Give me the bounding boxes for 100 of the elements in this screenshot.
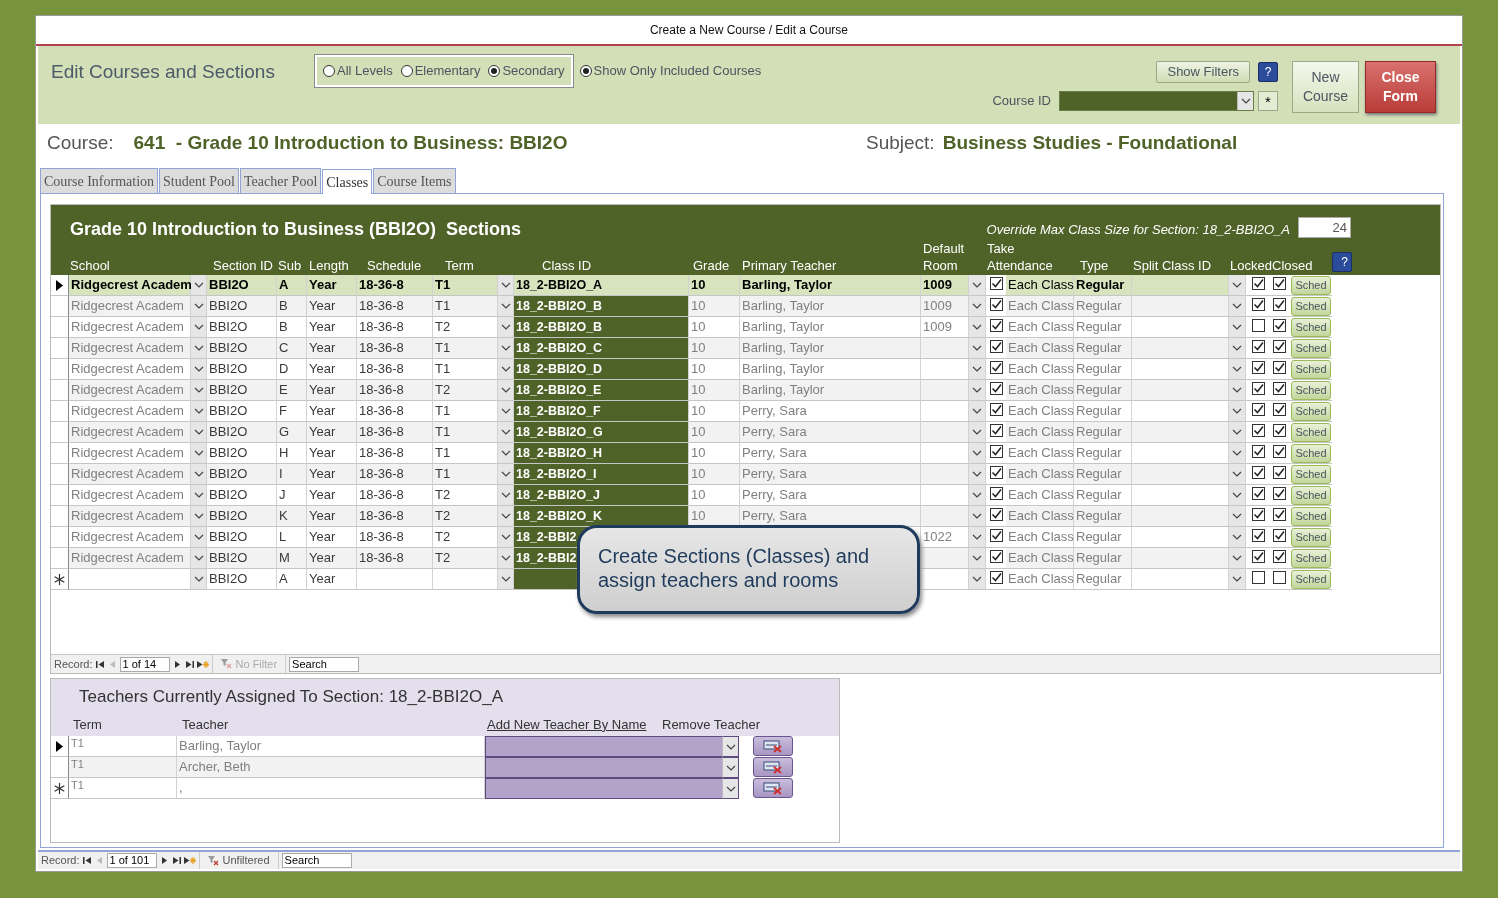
search-field[interactable]: Search — [289, 656, 360, 672]
record-selector[interactable] — [51, 275, 69, 296]
first-record-icon[interactable] — [82, 856, 92, 865]
checkbox[interactable] — [1252, 319, 1265, 332]
checkbox[interactable] — [1273, 319, 1286, 332]
record-number-field[interactable]: 1 of 14 — [119, 656, 170, 672]
checkbox[interactable] — [989, 550, 1003, 563]
sched-button[interactable]: Sched — [1291, 402, 1331, 421]
checkbox[interactable] — [989, 403, 1003, 416]
last-record-icon[interactable] — [184, 659, 194, 669]
remove-teacher-button[interactable] — [753, 757, 793, 777]
dropdown-button[interactable] — [722, 757, 739, 778]
sched-button[interactable]: Sched — [1291, 507, 1331, 526]
sched-button[interactable]: Sched — [1291, 528, 1331, 547]
course-id-field[interactable] — [1059, 91, 1254, 111]
checkbox[interactable] — [1273, 298, 1286, 311]
checkbox[interactable] — [1273, 466, 1286, 479]
sched-button[interactable]: Sched — [1291, 570, 1331, 589]
checkbox[interactable] — [1252, 340, 1265, 353]
checkbox[interactable] — [989, 529, 1003, 542]
radio-button[interactable]: All Levels — [323, 61, 393, 81]
help-button[interactable]: ? — [1258, 62, 1278, 82]
checkbox[interactable] — [989, 382, 1003, 395]
sched-button[interactable]: Sched — [1291, 318, 1331, 337]
record-selector[interactable] — [51, 736, 69, 757]
first-record-icon[interactable] — [95, 659, 105, 669]
tab[interactable]: Course Information — [40, 168, 159, 193]
tab[interactable]: Course Items — [373, 168, 456, 193]
teacher-dropdown[interactable] — [485, 757, 722, 778]
remove-teacher-button[interactable] — [753, 736, 793, 756]
checkbox[interactable] — [1273, 277, 1286, 290]
checkbox[interactable] — [1273, 550, 1286, 563]
radio-button[interactable]: Secondary — [488, 61, 565, 81]
checkbox[interactable] — [1252, 403, 1265, 416]
dropdown-button[interactable] — [1237, 92, 1253, 110]
tab[interactable]: Classes — [322, 169, 373, 194]
checkbox[interactable] — [1252, 298, 1265, 311]
checkbox[interactable] — [1273, 361, 1286, 374]
checkbox[interactable] — [1273, 403, 1286, 416]
checkbox[interactable] — [1273, 571, 1286, 584]
checkbox[interactable] — [989, 508, 1003, 521]
radio-button[interactable]: Show Only Included Courses — [579, 61, 762, 81]
checkbox[interactable] — [1273, 424, 1286, 437]
checkbox[interactable] — [989, 319, 1003, 332]
search-field[interactable]: Search — [281, 853, 352, 868]
radio-button[interactable]: Elementary — [400, 61, 481, 81]
checkbox[interactable] — [989, 298, 1003, 311]
checkbox[interactable] — [1252, 382, 1265, 395]
checkbox[interactable] — [1273, 508, 1286, 521]
teacher-dropdown[interactable] — [485, 736, 722, 757]
help-button[interactable]: ? — [1332, 252, 1352, 272]
sched-button[interactable]: Sched — [1291, 297, 1331, 316]
checkbox[interactable] — [989, 466, 1003, 479]
checkbox[interactable] — [989, 361, 1003, 374]
record-selector[interactable] — [51, 569, 69, 590]
checkbox[interactable] — [1252, 487, 1265, 500]
sched-button[interactable]: Sched — [1291, 549, 1331, 568]
record-selector[interactable] — [51, 778, 69, 799]
tab[interactable]: Teacher Pool — [240, 168, 322, 193]
checkbox[interactable] — [989, 487, 1003, 500]
sched-button[interactable]: Sched — [1291, 465, 1331, 484]
close-form-button[interactable]: Close Form — [1365, 61, 1436, 113]
checkbox[interactable] — [989, 445, 1003, 458]
new-record-icon[interactable] — [183, 856, 196, 865]
last-record-icon[interactable] — [171, 856, 181, 865]
show-filters-button[interactable]: Show Filters — [1156, 61, 1250, 83]
checkbox[interactable] — [1252, 571, 1265, 584]
filter-toggle[interactable]: Unfiltered — [198, 852, 279, 869]
checkbox[interactable] — [989, 571, 1003, 584]
checkbox[interactable] — [1273, 487, 1286, 500]
dropdown-button[interactable] — [722, 736, 739, 757]
sched-button[interactable]: Sched — [1291, 339, 1331, 358]
sched-button[interactable]: Sched — [1291, 423, 1331, 442]
checkbox[interactable] — [1273, 445, 1286, 458]
checkbox[interactable] — [989, 340, 1003, 353]
max-class-size-field[interactable]: 24 — [1298, 217, 1351, 238]
tab[interactable]: Student Pool — [159, 168, 239, 193]
checkbox[interactable] — [989, 277, 1003, 290]
checkbox[interactable] — [1252, 445, 1265, 458]
checkbox[interactable] — [1252, 361, 1265, 374]
record-number-field[interactable]: 1 of 101 — [106, 853, 157, 868]
new-record-icon[interactable] — [196, 659, 209, 669]
next-record-icon[interactable] — [159, 856, 169, 865]
checkbox[interactable] — [1252, 508, 1265, 521]
add-button[interactable]: * — [1258, 91, 1278, 111]
sched-button[interactable]: Sched — [1291, 381, 1331, 400]
checkbox[interactable] — [1273, 340, 1286, 353]
checkbox[interactable] — [1273, 529, 1286, 542]
checkbox[interactable] — [1252, 466, 1265, 479]
checkbox[interactable] — [1252, 550, 1265, 563]
teacher-dropdown[interactable] — [485, 778, 722, 799]
new-course-button[interactable]: New Course — [1292, 61, 1359, 113]
sched-button[interactable]: Sched — [1291, 276, 1331, 295]
add-teacher-link[interactable]: Add New Teacher By Name — [487, 716, 647, 732]
checkbox[interactable] — [1252, 529, 1265, 542]
dropdown-button[interactable] — [722, 778, 739, 799]
checkbox[interactable] — [1252, 277, 1265, 290]
remove-teacher-button[interactable] — [753, 778, 793, 798]
checkbox[interactable] — [1252, 424, 1265, 437]
sched-button[interactable]: Sched — [1291, 444, 1331, 463]
